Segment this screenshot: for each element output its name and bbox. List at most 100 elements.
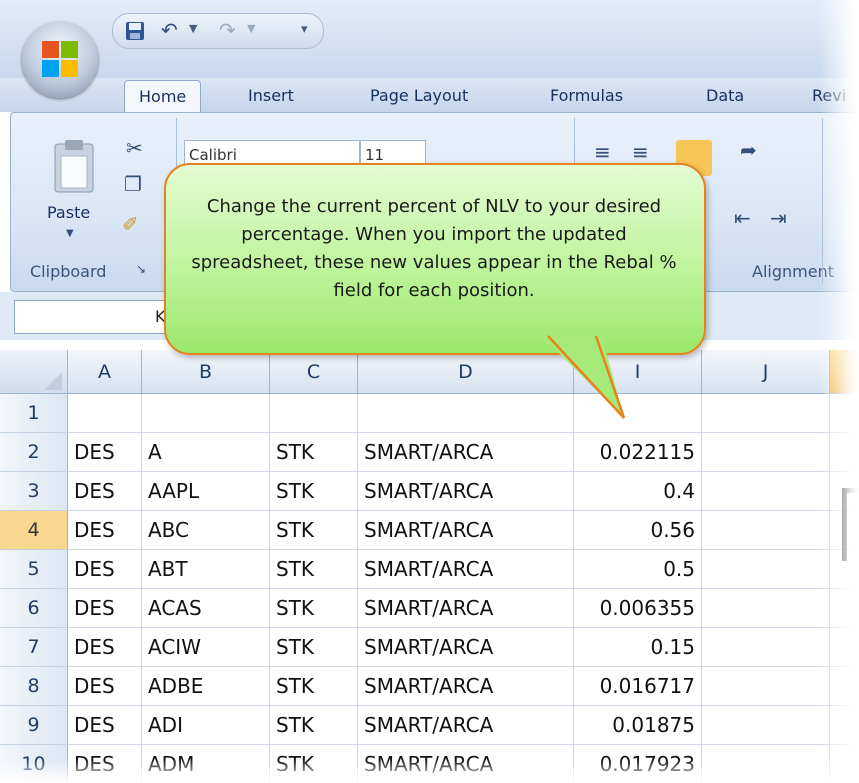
redo-icon[interactable]: ↷ — [219, 19, 236, 41]
cell-c[interactable]: STK — [270, 589, 358, 628]
cell-b[interactable]: ACAS — [142, 589, 270, 628]
column-header-j[interactable]: J — [702, 350, 830, 394]
tab-review[interactable]: Revi — [812, 80, 846, 112]
cell-c[interactable]: STK — [270, 706, 358, 745]
tab-page-layout[interactable]: Page Layout — [370, 80, 468, 112]
cell-i[interactable]: 0.01875 — [574, 706, 702, 745]
cell-i[interactable]: 0.006355 — [574, 589, 702, 628]
cell-k[interactable] — [830, 394, 859, 433]
cell-k[interactable] — [830, 706, 859, 745]
save-icon[interactable] — [125, 21, 145, 41]
cell-k[interactable] — [830, 433, 859, 472]
row-header[interactable]: 9 — [0, 706, 68, 745]
cell-c[interactable]: STK — [270, 628, 358, 667]
cell-k[interactable] — [830, 628, 859, 667]
cell-j[interactable] — [702, 511, 830, 550]
cell-a[interactable] — [68, 394, 142, 433]
cell-b[interactable]: ABT — [142, 550, 270, 589]
cell-d[interactable]: SMART/ARCA — [358, 667, 574, 706]
cell-d[interactable]: SMART/ARCA — [358, 745, 574, 783]
redo-dropdown-icon[interactable]: ▼ — [247, 22, 255, 35]
cell-d[interactable]: SMART/ARCA — [358, 706, 574, 745]
cell-b[interactable] — [142, 394, 270, 433]
increase-indent-icon[interactable]: ⇥ — [770, 206, 787, 230]
align-middle-icon[interactable]: ≡ — [632, 140, 649, 164]
align-top-icon[interactable]: ≡ — [594, 140, 611, 164]
cell-a[interactable]: DES — [68, 667, 142, 706]
paste-icon[interactable] — [52, 138, 96, 194]
cell-j[interactable] — [702, 472, 830, 511]
cell-i[interactable]: 0.017923 — [574, 745, 702, 783]
cell-j[interactable] — [702, 550, 830, 589]
cell-j[interactable] — [702, 706, 830, 745]
cell-j[interactable] — [702, 433, 830, 472]
cell-j[interactable] — [702, 628, 830, 667]
decrease-indent-icon[interactable]: ⇤ — [734, 206, 751, 230]
row-header[interactable]: 1 — [0, 394, 68, 433]
cell-i[interactable]: 0.15 — [574, 628, 702, 667]
cell-c[interactable]: STK — [270, 745, 358, 783]
cell-a[interactable]: DES — [68, 589, 142, 628]
cell-b[interactable]: ADI — [142, 706, 270, 745]
tab-formulas[interactable]: Formulas — [550, 80, 623, 112]
undo-dropdown-icon[interactable]: ▼ — [189, 22, 197, 35]
cell-d[interactable]: SMART/ARCA — [358, 511, 574, 550]
tab-home[interactable]: Home — [124, 80, 202, 114]
paste-dropdown-icon[interactable]: ▼ — [66, 228, 74, 239]
cell-b[interactable]: ACIW — [142, 628, 270, 667]
cell-a[interactable]: DES — [68, 550, 142, 589]
tab-insert[interactable]: Insert — [248, 80, 294, 112]
orientation-icon[interactable]: ➦ — [740, 138, 757, 162]
cell-c[interactable]: STK — [270, 472, 358, 511]
cell-i[interactable]: 0.4 — [574, 472, 702, 511]
cell-j[interactable] — [702, 589, 830, 628]
clipboard-launcher-icon[interactable]: ↘ — [136, 262, 146, 276]
row-header[interactable]: 6 — [0, 589, 68, 628]
cell-i[interactable]: 0.016717 — [574, 667, 702, 706]
office-button[interactable] — [22, 22, 98, 98]
row-header[interactable]: 7 — [0, 628, 68, 667]
cell-i[interactable]: 0.56 — [574, 511, 702, 550]
cell-b[interactable]: A — [142, 433, 270, 472]
cell-b[interactable]: ADM — [142, 745, 270, 783]
cell-i[interactable]: 0.5 — [574, 550, 702, 589]
cell-c[interactable]: STK — [270, 550, 358, 589]
cell-k[interactable] — [830, 745, 859, 783]
column-header-k[interactable] — [830, 350, 859, 394]
tab-data[interactable]: Data — [706, 80, 744, 112]
cell-b[interactable]: ADBE — [142, 667, 270, 706]
column-header-b[interactable]: B — [142, 350, 270, 394]
cell-d[interactable]: SMART/ARCA — [358, 472, 574, 511]
cell-a[interactable]: DES — [68, 628, 142, 667]
cell-j[interactable] — [702, 745, 830, 783]
cell-c[interactable]: STK — [270, 511, 358, 550]
paste-button[interactable]: Paste — [47, 203, 90, 222]
cell-a[interactable]: DES — [68, 472, 142, 511]
cut-icon[interactable]: ✂ — [126, 136, 143, 160]
row-header[interactable]: 2 — [0, 433, 68, 472]
undo-icon[interactable]: ↶ — [161, 19, 178, 41]
cell-b[interactable]: AAPL — [142, 472, 270, 511]
cell-d[interactable]: SMART/ARCA — [358, 589, 574, 628]
column-header-c[interactable]: C — [270, 350, 358, 394]
column-header-a[interactable]: A — [68, 350, 142, 394]
row-header[interactable]: 8 — [0, 667, 68, 706]
customize-qat-icon[interactable]: ▾ — [301, 22, 308, 37]
format-painter-icon[interactable]: ✐ — [122, 212, 139, 236]
cell-d[interactable]: SMART/ARCA — [358, 628, 574, 667]
cell-a[interactable]: DES — [68, 745, 142, 783]
cell-c[interactable]: STK — [270, 433, 358, 472]
cell-k[interactable] — [830, 667, 859, 706]
row-header[interactable]: 5 — [0, 550, 68, 589]
copy-icon[interactable]: ❐ — [124, 172, 142, 196]
cell-j[interactable] — [702, 394, 830, 433]
cell-k[interactable] — [830, 589, 859, 628]
cell-a[interactable]: DES — [68, 433, 142, 472]
cell-c[interactable] — [270, 394, 358, 433]
cell-d[interactable]: SMART/ARCA — [358, 550, 574, 589]
row-header[interactable]: 4 — [0, 511, 68, 550]
row-header[interactable]: 10 — [0, 745, 68, 783]
cell-c[interactable]: STK — [270, 667, 358, 706]
cell-j[interactable] — [702, 667, 830, 706]
select-all-corner[interactable] — [0, 350, 68, 394]
